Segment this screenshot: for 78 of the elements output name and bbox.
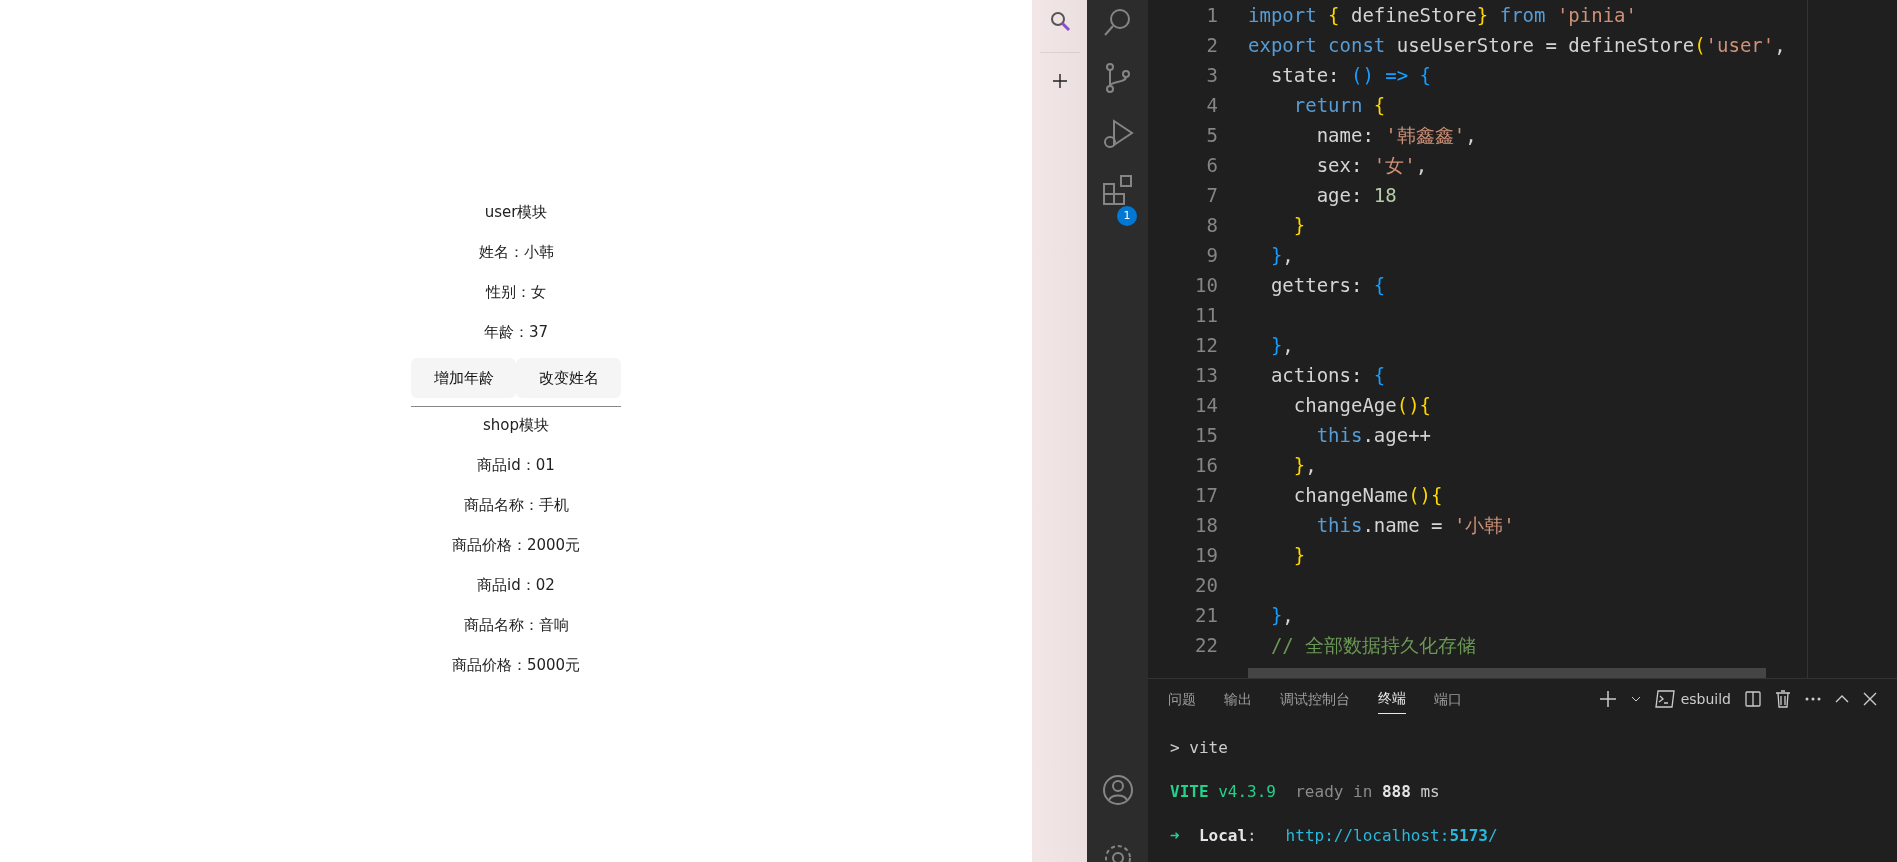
line-number: 18	[1194, 513, 1218, 538]
line-number: 5	[1205, 123, 1218, 148]
split-icon[interactable]	[1745, 691, 1761, 707]
line-number: 13	[1194, 363, 1218, 388]
line-number: 12	[1194, 333, 1218, 358]
line-number: 6	[1205, 153, 1218, 178]
code-line: name: '韩鑫鑫',	[1315, 123, 1477, 148]
terminal-icon	[1654, 690, 1675, 708]
code-line: return {	[1292, 93, 1386, 118]
panel-tab[interactable]: 调试控制台	[1280, 684, 1350, 714]
line-number: 22	[1194, 633, 1218, 658]
field-text: 年龄：37	[483, 322, 549, 343]
terminal-line: VITE v4.3.9 ready in 888 ms	[1170, 782, 1440, 801]
more-icon[interactable]	[1805, 697, 1821, 701]
panel-tab[interactable]: 终端	[1378, 684, 1406, 714]
line-number: 7	[1205, 183, 1218, 208]
code-line: // 全部数据持久化存储	[1269, 633, 1477, 658]
panel-tab[interactable]: 输出	[1224, 684, 1252, 714]
scrollbar[interactable]	[1248, 668, 1766, 678]
line-number: 4	[1205, 93, 1218, 118]
code-line: changeAge(){	[1292, 393, 1432, 418]
line-number: 17	[1194, 483, 1218, 508]
panel-tab[interactable]: 问题	[1168, 684, 1196, 714]
terminal-line: > vite	[1170, 738, 1228, 757]
field-text: 性别：女	[486, 282, 546, 303]
field-text: 商品id：02	[477, 575, 555, 596]
add-icon[interactable]	[1051, 73, 1068, 89]
chevron-up-icon[interactable]	[1835, 695, 1849, 703]
run-debug-icon[interactable]	[1101, 118, 1134, 150]
trash-icon[interactable]	[1775, 690, 1791, 708]
code-line: sex: '女',	[1315, 153, 1428, 178]
code-line: },	[1269, 603, 1294, 628]
code-line: actions: {	[1269, 363, 1386, 388]
code-line: },	[1292, 453, 1317, 478]
line-number: 19	[1194, 543, 1218, 568]
action-button[interactable]: 改变姓名	[516, 358, 621, 398]
chevron-down-icon[interactable]	[1630, 696, 1641, 702]
code-line: this.name = '小韩'	[1315, 513, 1515, 538]
line-number: 20	[1194, 573, 1218, 598]
code-line: },	[1269, 333, 1294, 358]
terminal-line: ➜ Local: http://localhost:5173/	[1170, 826, 1498, 845]
module-title: shop模块	[483, 415, 549, 436]
line-number: 14	[1194, 393, 1218, 418]
code-line: },	[1269, 243, 1294, 268]
line-number: 2	[1205, 33, 1218, 58]
line-number: 11	[1194, 303, 1218, 328]
line-number: 10	[1194, 273, 1218, 298]
line-number: 16	[1194, 453, 1218, 478]
code-line: getters: {	[1269, 273, 1386, 298]
close-icon[interactable]	[1863, 692, 1877, 706]
code-line: export const useUserStore = defineStore('user',	[1248, 33, 1786, 58]
code-line: import { defineStore} from 'pinia'	[1248, 3, 1637, 28]
field-text: 姓名：小韩	[478, 242, 554, 263]
panel-tab[interactable]: 端口	[1434, 684, 1462, 714]
field-text: 商品价格：2000元	[451, 535, 581, 556]
line-number: 15	[1194, 423, 1218, 448]
field-text: 商品名称：音响	[463, 615, 569, 636]
code-line: age: 18	[1315, 183, 1397, 208]
line-number: 3	[1205, 63, 1218, 88]
code-line: this.age++	[1315, 423, 1432, 448]
field-text: 商品id：01	[477, 455, 555, 476]
code-line: }	[1292, 213, 1306, 238]
field-text: 商品价格：5000元	[451, 655, 581, 676]
terminal-name[interactable]: esbuild	[1680, 688, 1731, 710]
line-number: 1	[1205, 3, 1218, 28]
code-line: state: () => {	[1269, 63, 1432, 88]
line-number: 21	[1194, 603, 1218, 628]
action-button[interactable]: 增加年龄	[411, 358, 516, 398]
line-number: 9	[1205, 243, 1218, 268]
notification-count: 1	[1117, 206, 1137, 226]
code-line: }	[1292, 543, 1306, 568]
line-number: 8	[1205, 213, 1218, 238]
field-text: 商品名称：手机	[463, 495, 569, 516]
code-line: changeName(){	[1292, 483, 1443, 508]
search-icon[interactable]	[1048, 10, 1071, 32]
extensions-icon[interactable]	[1101, 174, 1134, 206]
account-icon[interactable]	[1101, 774, 1134, 806]
module-title: user模块	[484, 202, 548, 223]
